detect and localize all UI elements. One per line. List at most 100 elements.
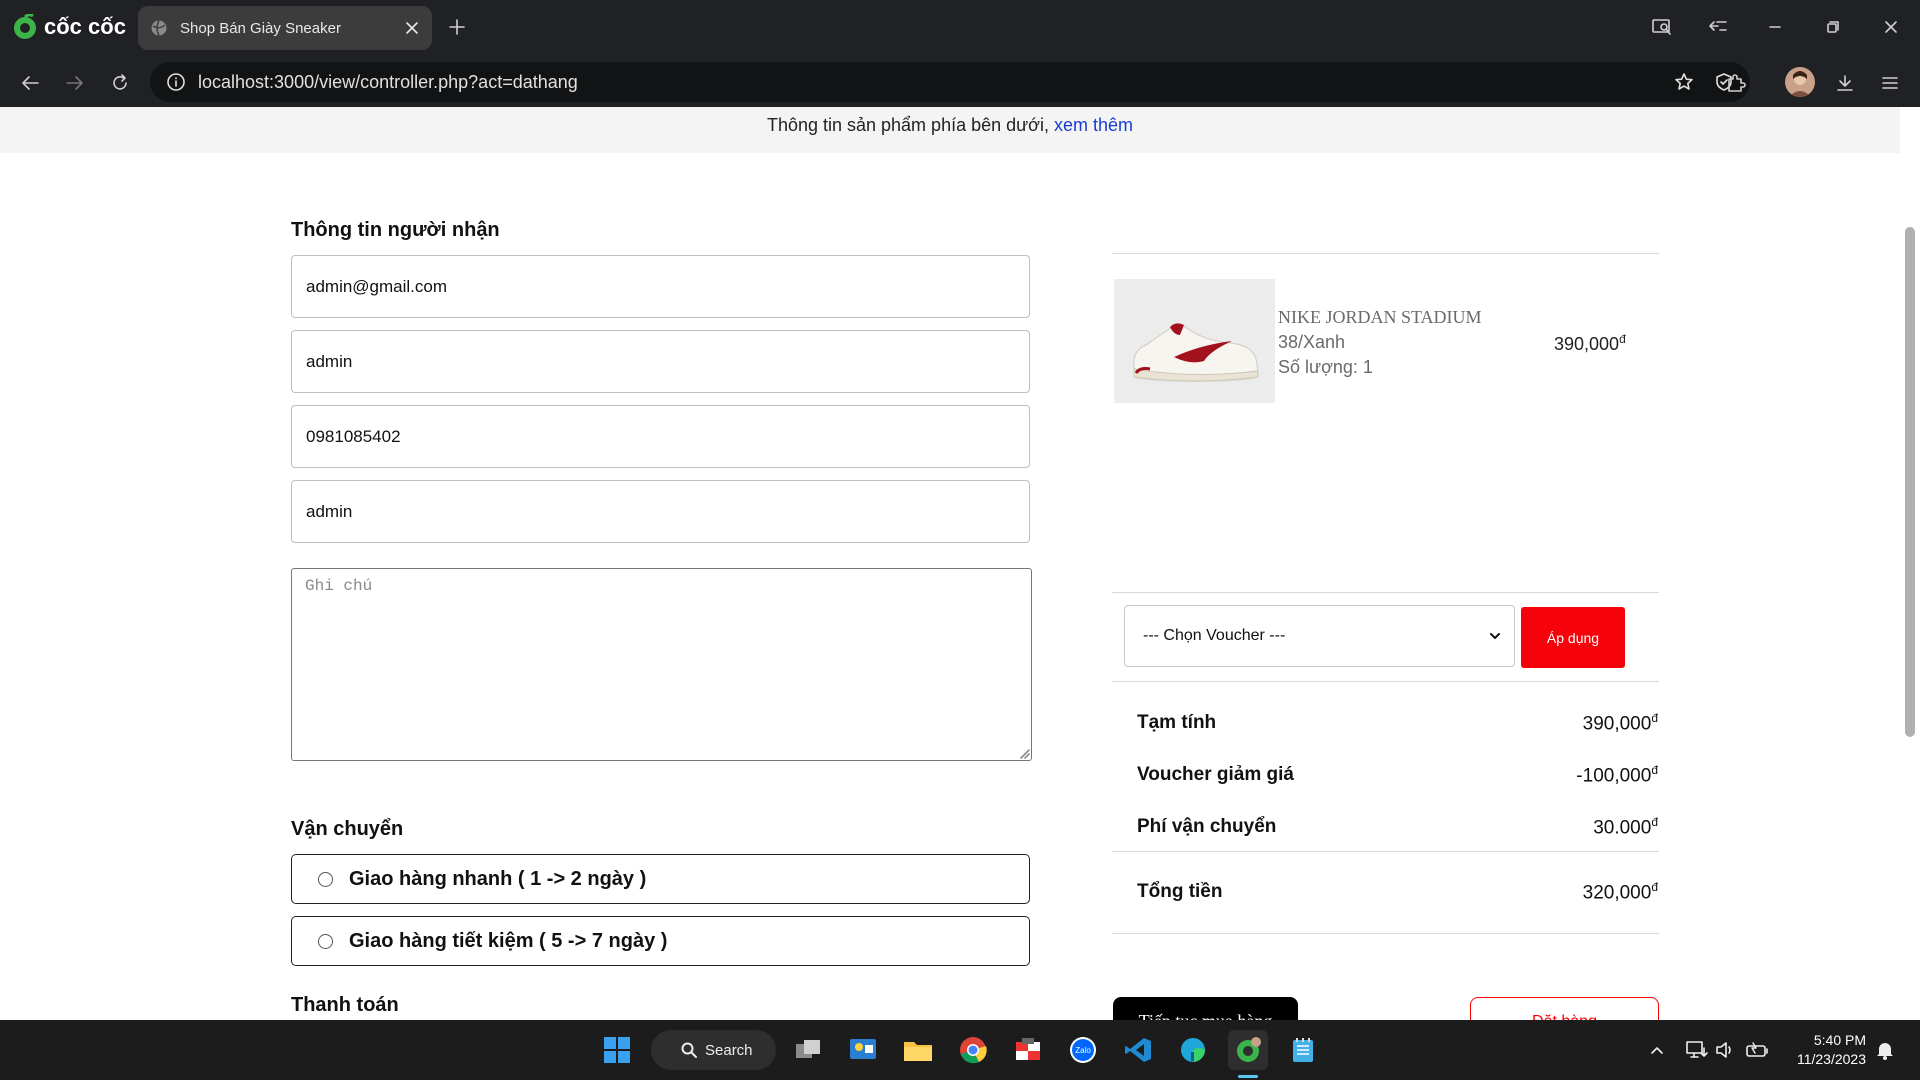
search-icon bbox=[681, 1042, 697, 1058]
product-price: 390,000đ bbox=[1554, 332, 1626, 355]
close-tab-icon[interactable] bbox=[404, 20, 420, 36]
shipping-option-fast[interactable]: Giao hàng nhanh ( 1 -> 2 ngày ) bbox=[291, 854, 1030, 904]
browser-brand: cốc cốc bbox=[44, 14, 126, 39]
globe-icon bbox=[151, 20, 167, 36]
minimize-icon bbox=[1769, 26, 1781, 28]
name-value: admin bbox=[306, 351, 353, 371]
close-window-button[interactable] bbox=[1874, 10, 1908, 44]
taskbar-file-explorer[interactable] bbox=[898, 1030, 938, 1070]
taskbar-zalo[interactable]: Zalo bbox=[1063, 1030, 1103, 1070]
screen-search-icon bbox=[1652, 19, 1671, 35]
shipping-fee-value: 30.000đ bbox=[1593, 815, 1658, 839]
total-amount: 320,000 bbox=[1582, 882, 1652, 904]
address-field[interactable]: admin bbox=[291, 480, 1030, 543]
new-tab-button[interactable] bbox=[440, 10, 474, 44]
apply-voucher-button[interactable]: Áp dụng bbox=[1521, 607, 1625, 668]
radio-economy[interactable] bbox=[318, 933, 333, 949]
downloads-button[interactable] bbox=[1828, 66, 1862, 100]
back-button[interactable] bbox=[13, 66, 47, 100]
shipping-heading: Vận chuyển bbox=[291, 818, 404, 840]
resize-handle-icon[interactable] bbox=[1018, 747, 1030, 759]
taskbar-app-widgets[interactable] bbox=[843, 1030, 883, 1070]
product-variant: 38/Xanh bbox=[1278, 332, 1346, 352]
phone-field[interactable]: 0981085402 bbox=[291, 405, 1030, 468]
forward-button[interactable] bbox=[58, 66, 92, 100]
plus-icon bbox=[449, 19, 465, 35]
chevron-up-icon bbox=[1651, 1047, 1663, 1054]
taskbar-notepad[interactable] bbox=[1283, 1030, 1323, 1070]
arrow-right-icon bbox=[66, 76, 83, 90]
speaker-icon bbox=[1716, 1042, 1731, 1058]
address-bar[interactable]: localhost:3000/view/controller.php?act=d… bbox=[150, 62, 1750, 102]
taskbar-app-tool[interactable] bbox=[1008, 1030, 1048, 1070]
chevron-down-icon bbox=[1490, 633, 1500, 639]
subtotal-label: Tạm tính bbox=[1137, 712, 1217, 733]
arrow-left-icon bbox=[22, 76, 39, 90]
divider bbox=[1112, 253, 1659, 254]
scrollbar-thumb[interactable] bbox=[1905, 227, 1915, 737]
tab-list-button[interactable] bbox=[1701, 10, 1735, 44]
star-icon[interactable] bbox=[1674, 72, 1694, 92]
screen-search-button[interactable] bbox=[1645, 10, 1679, 44]
browser-tab-active[interactable]: Shop Bán Giày Sneaker bbox=[138, 6, 432, 50]
minimize-button[interactable] bbox=[1758, 10, 1792, 44]
url-text[interactable]: localhost:3000/view/controller.php?act=d… bbox=[198, 72, 1662, 93]
extensions-button[interactable] bbox=[1719, 66, 1753, 100]
notepad-icon bbox=[1293, 1038, 1313, 1062]
coccoc-icon bbox=[1237, 1037, 1261, 1062]
puzzle-icon bbox=[1728, 74, 1746, 92]
product-image bbox=[1114, 279, 1275, 403]
reload-button[interactable] bbox=[103, 66, 137, 100]
name-field[interactable]: admin bbox=[291, 330, 1030, 393]
system-clock[interactable]: 5:40 PM 11/23/2023 bbox=[1774, 1031, 1866, 1069]
widgets-icon bbox=[850, 1039, 876, 1059]
taskbar-edge[interactable] bbox=[1173, 1030, 1213, 1070]
close-icon bbox=[1885, 21, 1897, 33]
menu-button[interactable] bbox=[1873, 66, 1907, 100]
address-value: admin bbox=[306, 501, 353, 521]
info-icon[interactable] bbox=[166, 72, 186, 92]
page-scrollbar[interactable] bbox=[1900, 107, 1920, 1020]
profile-avatar[interactable] bbox=[1785, 67, 1815, 97]
voucher-discount-value: -100,000đ bbox=[1576, 763, 1658, 787]
taskbar-chrome[interactable] bbox=[953, 1030, 993, 1070]
note-textarea[interactable]: Ghi chú bbox=[291, 568, 1032, 761]
note-placeholder: Ghi chú bbox=[305, 577, 373, 595]
clock-date: 11/23/2023 bbox=[1796, 1051, 1866, 1067]
notice-text: Thông tin sản phẩm phía bên dưới, bbox=[766, 115, 1054, 135]
task-view-icon bbox=[796, 1040, 820, 1058]
currency-symbol: đ bbox=[1619, 332, 1626, 346]
search-label: Search bbox=[705, 1041, 753, 1059]
taskbar-search[interactable]: Search bbox=[651, 1030, 776, 1070]
radio-fast[interactable] bbox=[318, 871, 333, 887]
windows-logo-icon bbox=[604, 1037, 630, 1063]
see-more-link[interactable]: xem thêm bbox=[1054, 115, 1133, 135]
product-notice-bar: Thông tin sản phẩm phía bên dưới, xem th… bbox=[0, 107, 1900, 153]
voucher-select[interactable]: --- Chọn Voucher --- bbox=[1124, 605, 1515, 667]
total-value: 320,000đ bbox=[1583, 880, 1658, 904]
total-label: Tổng tiền bbox=[1137, 881, 1223, 902]
coccoc-logo[interactable]: cốc cốc bbox=[12, 12, 126, 42]
subtotal-value: 390,000đ bbox=[1583, 711, 1658, 735]
reload-icon bbox=[113, 74, 127, 90]
notifications-button[interactable] bbox=[1872, 1038, 1898, 1062]
show-hidden-icons[interactable] bbox=[1644, 1038, 1670, 1062]
network-button[interactable] bbox=[1684, 1038, 1710, 1062]
email-field[interactable]: admin@gmail.com bbox=[291, 255, 1030, 318]
task-view-button[interactable] bbox=[788, 1030, 828, 1070]
volume-button[interactable] bbox=[1712, 1038, 1738, 1062]
continue-shopping-button[interactable]: Tiếp tục mua hàng bbox=[1113, 997, 1298, 1020]
shipping-option-economy[interactable]: Giao hàng tiết kiệm ( 5 -> 7 ngày ) bbox=[291, 916, 1030, 966]
shipping-option-label: Giao hàng tiết kiệm ( 5 -> 7 ngày ) bbox=[349, 929, 668, 952]
taskbar-vscode[interactable] bbox=[1118, 1030, 1158, 1070]
product-quantity: Số lượng: 1 bbox=[1278, 357, 1373, 377]
currency-symbol: đ bbox=[1651, 763, 1658, 777]
battery-button[interactable] bbox=[1744, 1038, 1770, 1062]
divider bbox=[1112, 681, 1659, 682]
restore-button[interactable] bbox=[1816, 10, 1850, 44]
taskbar-coccoc-active[interactable] bbox=[1228, 1030, 1268, 1070]
start-button[interactable] bbox=[597, 1030, 637, 1070]
hamburger-icon bbox=[1882, 77, 1898, 89]
restore-icon bbox=[1827, 21, 1839, 33]
place-order-button[interactable]: Đặt hàng bbox=[1470, 997, 1659, 1020]
